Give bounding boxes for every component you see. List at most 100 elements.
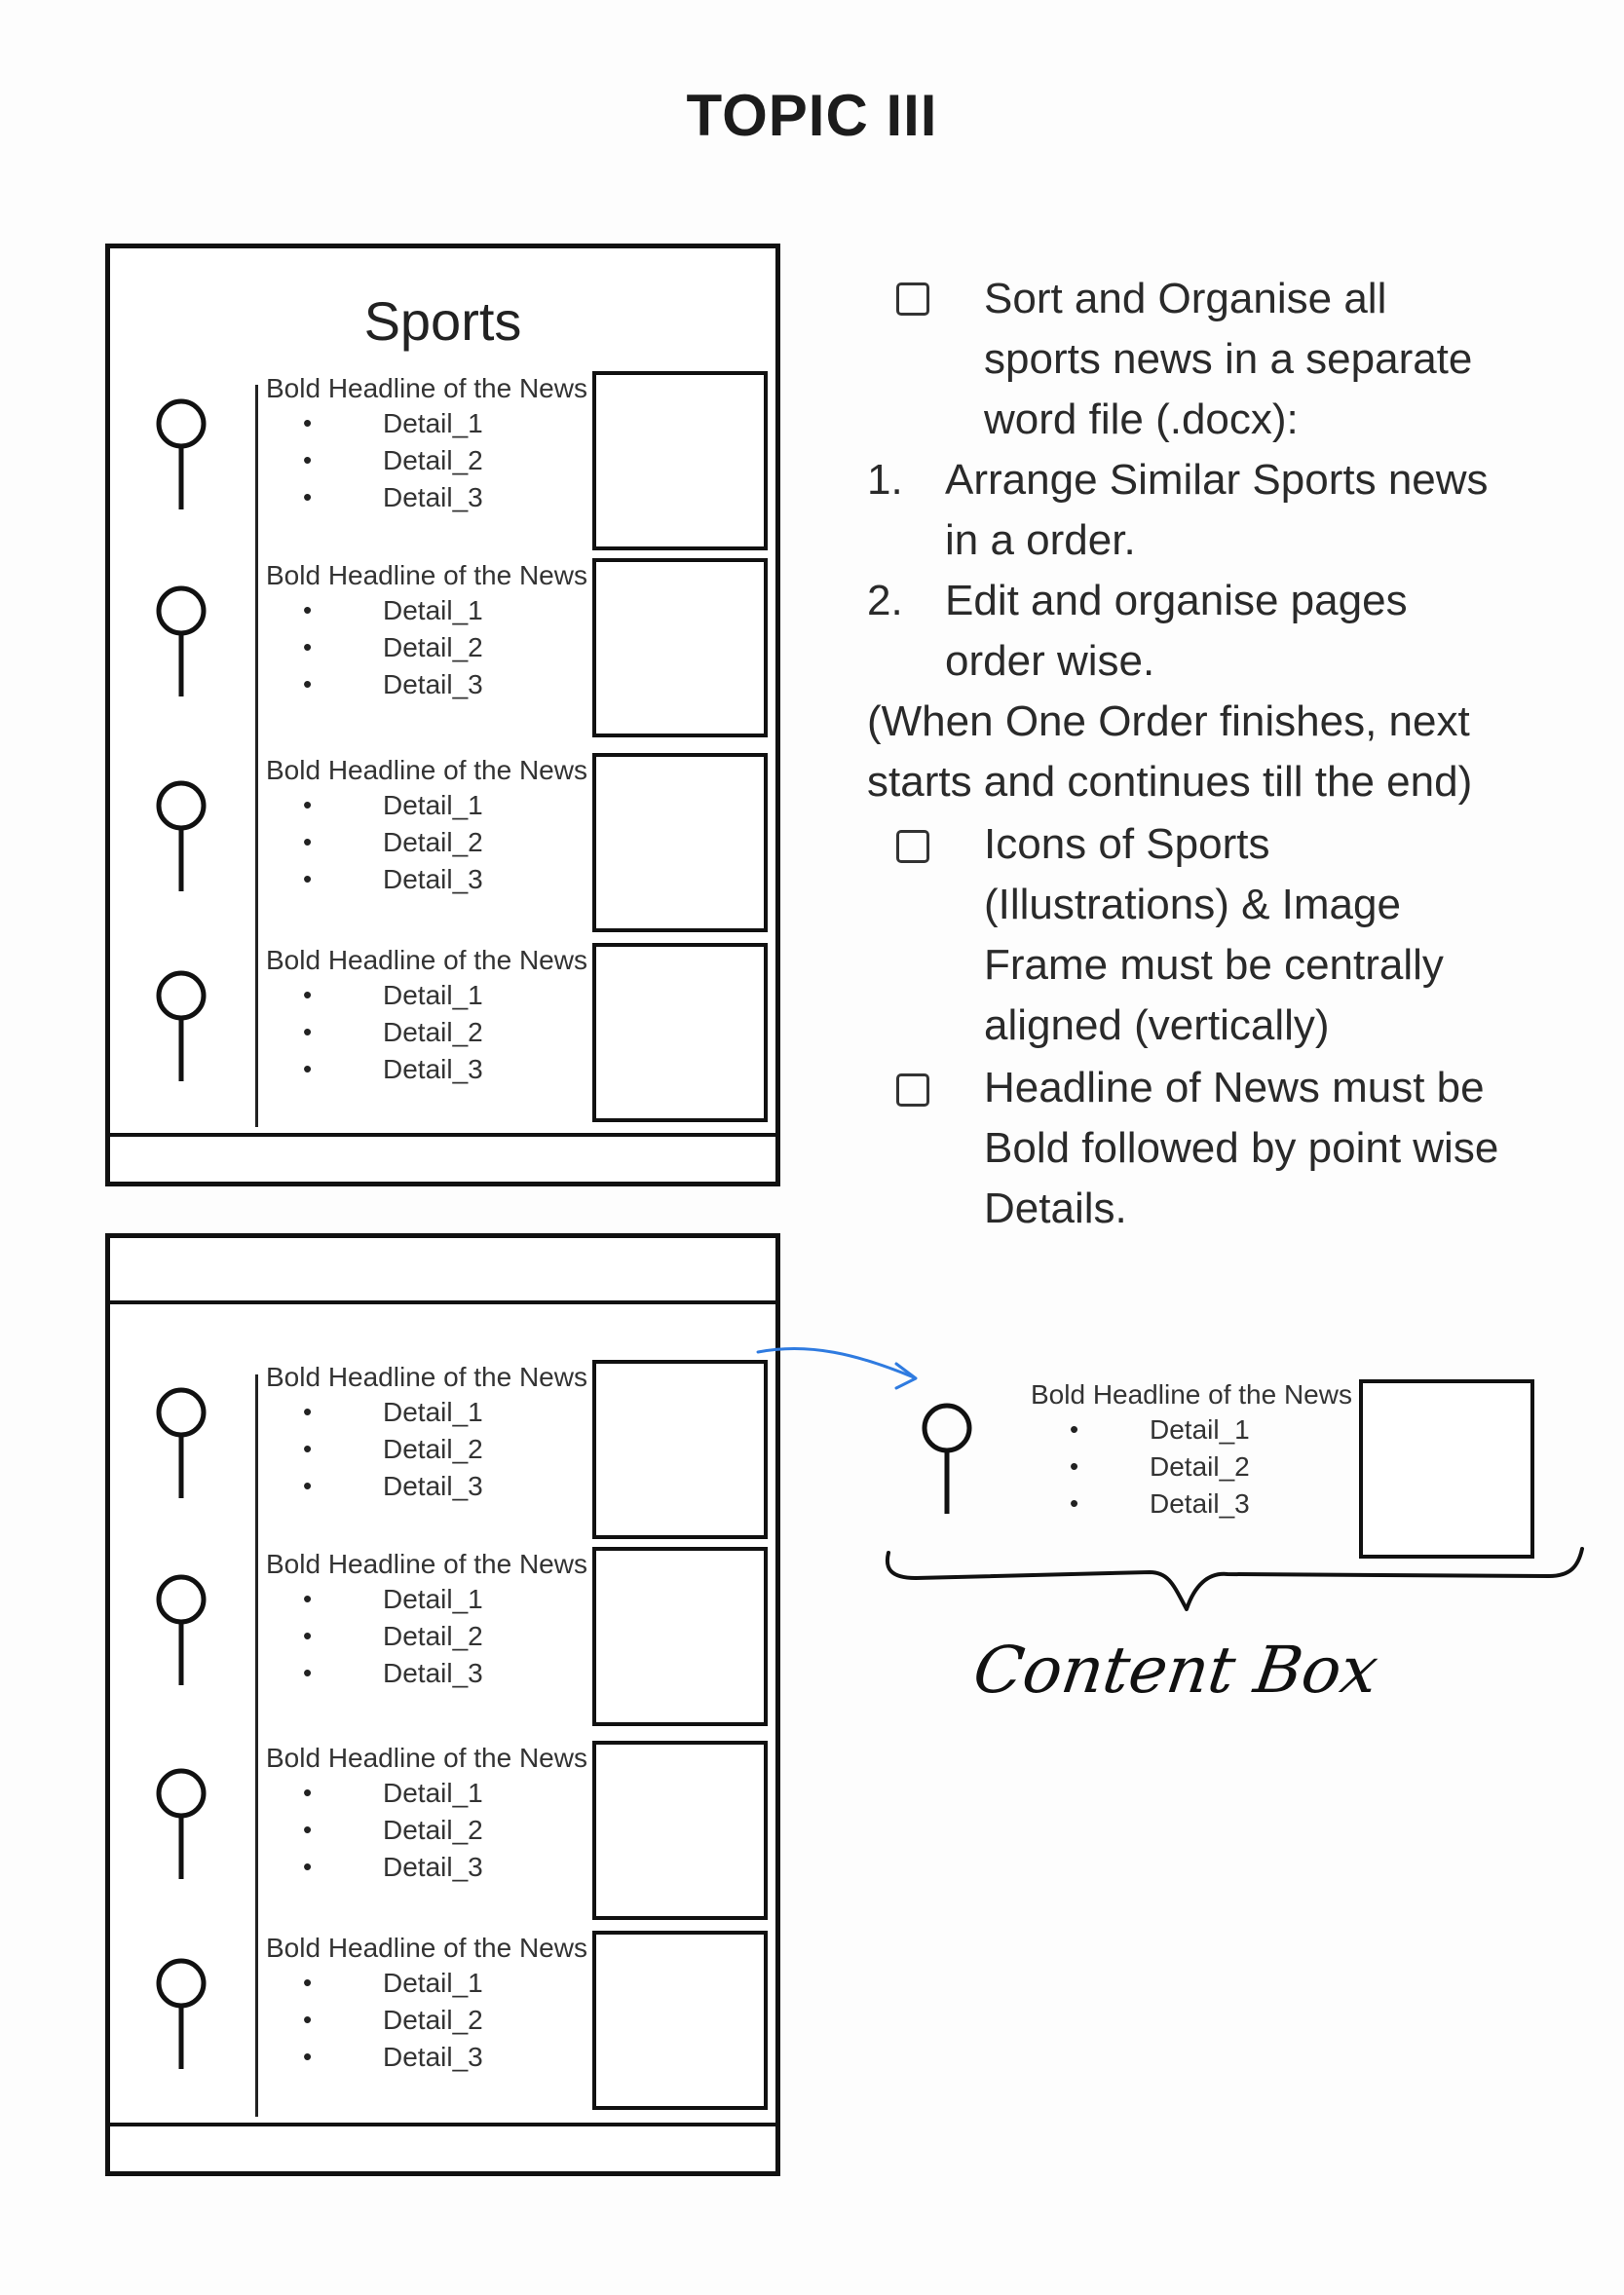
news-headline: Bold Headline of the News: [266, 1549, 587, 1579]
location-pin-icon: [156, 1387, 207, 1498]
page-mockup-2: Bold Headline of the News • Detail_1 • D…: [105, 1233, 780, 2176]
news-headline: Bold Headline of the News: [266, 755, 587, 785]
bullet: •: [303, 2042, 313, 2071]
news-detail: Detail_2: [383, 1815, 483, 1845]
curly-brace-icon: [885, 1547, 1584, 1611]
news-detail: Detail_3: [1150, 1488, 1250, 1519]
bullet: •: [303, 827, 313, 856]
news-detail: Detail_2: [383, 827, 483, 857]
news-detail: Detail_2: [383, 445, 483, 475]
location-pin-icon: [156, 780, 207, 891]
content-box-label: Content Box: [968, 1633, 1383, 1708]
checkbox-icon[interactable]: [896, 830, 929, 863]
location-pin-icon: [156, 970, 207, 1081]
step-number: 2.: [867, 577, 903, 624]
bullet: •: [303, 1434, 313, 1463]
header-divider: [110, 1300, 775, 1304]
news-detail: Detail_3: [383, 1471, 483, 1501]
news-detail: Detail_2: [383, 2005, 483, 2035]
news-detail: Detail_1: [383, 408, 483, 438]
step-item: Edit and organise pages order wise.: [945, 571, 1408, 692]
checklist-item: Icons of Sports (Illustrations) & Image …: [984, 814, 1444, 1056]
bullet: •: [1070, 1488, 1079, 1518]
bullet: •: [303, 1397, 313, 1426]
page-heading: Sports: [363, 290, 522, 352]
news-detail: Detail_3: [383, 1658, 483, 1688]
step-number: 1.: [867, 456, 903, 504]
news-headline: Bold Headline of the News: [266, 945, 587, 975]
bullet: •: [303, 1815, 313, 1844]
news-headline: Bold Headline of the News: [266, 1743, 587, 1773]
step-item: Arrange Similar Sports news in a order.: [945, 450, 1489, 571]
location-pin-icon: [156, 585, 207, 696]
bullet: •: [303, 864, 313, 893]
note-line: Icons of Sports: [984, 820, 1270, 868]
news-content-box: Bold Headline of the News • Detail_1 • D…: [110, 1360, 785, 1545]
news-content-box: Bold Headline of the News • Detail_1 • D…: [110, 753, 785, 938]
news-detail: Detail_2: [383, 1621, 483, 1651]
page-mockup-1: Sports Bold Headline of the News • Detai…: [105, 244, 780, 1186]
bullet: •: [303, 1471, 313, 1500]
bullet: •: [303, 790, 313, 819]
bullet: •: [303, 1017, 313, 1046]
bullet: •: [303, 669, 313, 698]
bullet: •: [303, 2005, 313, 2034]
bullet: •: [303, 445, 313, 474]
paren-note: (When One Order finishes, next starts an…: [867, 692, 1472, 812]
news-detail: Detail_1: [383, 790, 483, 820]
image-frame: [592, 558, 768, 737]
note-line: Headline of News must be: [984, 1064, 1485, 1111]
news-content-box: Bold Headline of the News • Detail_1 • D…: [110, 1931, 785, 2116]
note-line: Frame must be centrally: [984, 941, 1444, 989]
document-title: TOPIC III: [686, 83, 938, 148]
news-detail: Detail_2: [383, 1017, 483, 1047]
news-headline: Bold Headline of the News: [266, 560, 587, 590]
news-detail: Detail_2: [383, 632, 483, 662]
location-pin-icon: [156, 398, 207, 509]
note-line: Arrange Similar Sports news: [945, 456, 1489, 504]
note-line: (Illustrations) & Image: [984, 881, 1401, 928]
image-frame: [592, 943, 768, 1122]
location-pin-icon: [156, 1574, 207, 1685]
location-pin-icon: [922, 1403, 972, 1514]
note-line: Sort and Organise all: [984, 275, 1387, 322]
news-content-box: Bold Headline of the News • Detail_1 • D…: [110, 943, 785, 1128]
bullet: •: [1070, 1451, 1079, 1481]
image-frame: [1359, 1379, 1534, 1559]
bullet: •: [1070, 1414, 1079, 1444]
news-headline: Bold Headline of the News: [266, 1362, 587, 1392]
note-line: sports news in a separate: [984, 335, 1473, 383]
news-detail: Detail_3: [383, 1054, 483, 1084]
bullet: •: [303, 1658, 313, 1687]
news-detail: Detail_3: [383, 2042, 483, 2072]
bullet: •: [303, 1054, 313, 1083]
bullet: •: [303, 980, 313, 1009]
bullet: •: [303, 632, 313, 661]
image-frame: [592, 1741, 768, 1920]
note-line: Bold followed by point wise: [984, 1124, 1499, 1172]
news-detail: Detail_1: [383, 1968, 483, 1998]
news-detail: Detail_3: [383, 669, 483, 699]
image-frame: [592, 1547, 768, 1726]
checkbox-icon[interactable]: [896, 282, 929, 316]
bullet: •: [303, 595, 313, 624]
news-detail: Detail_2: [383, 1434, 483, 1464]
news-detail: Detail_1: [383, 595, 483, 625]
news-detail: Detail_3: [383, 1852, 483, 1882]
note-line: order wise.: [945, 637, 1155, 685]
checkbox-icon[interactable]: [896, 1073, 929, 1107]
news-detail: Detail_1: [1150, 1414, 1250, 1445]
note-line: Edit and organise pages: [945, 577, 1408, 624]
image-frame: [592, 753, 768, 932]
note-line: aligned (vertically): [984, 1001, 1330, 1049]
footer-divider: [110, 1133, 775, 1137]
bullet: •: [303, 1852, 313, 1881]
bullet: •: [303, 1621, 313, 1650]
news-detail: Detail_1: [383, 980, 483, 1010]
news-headline: Bold Headline of the News: [1031, 1379, 1352, 1410]
news-content-box: Bold Headline of the News • Detail_1 • D…: [110, 371, 785, 556]
news-content-box: Bold Headline of the News • Detail_1 • D…: [110, 558, 785, 743]
news-headline: Bold Headline of the News: [266, 373, 587, 403]
news-detail: Detail_1: [383, 1778, 483, 1808]
image-frame: [592, 1931, 768, 2110]
